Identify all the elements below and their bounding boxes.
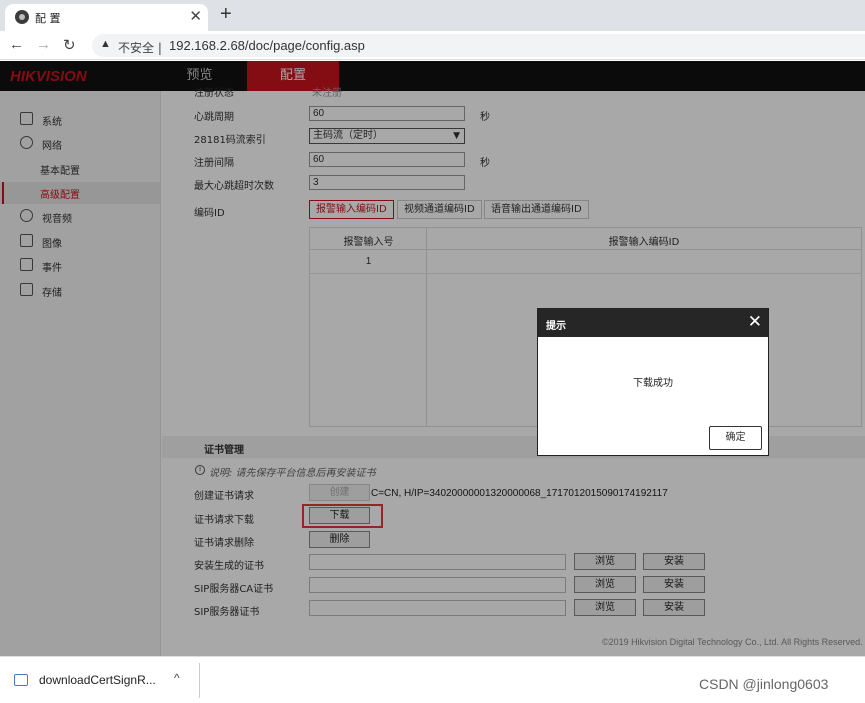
new-tab-icon[interactable]: + [220, 3, 232, 26]
camera-favicon-icon [15, 10, 29, 24]
tab-title: 配 置 [35, 12, 61, 25]
security-status: 不安全 | [118, 41, 162, 55]
prompt-dialog: 提示 ✕ 下载成功 确定 [537, 308, 769, 456]
file-icon [14, 674, 28, 686]
download-item[interactable]: downloadCertSignR... [39, 673, 156, 687]
divider [199, 663, 200, 698]
dialog-title: 提示 [546, 321, 566, 332]
browser-tab-bar: 配 置 ✕ + [0, 0, 865, 31]
ok-button[interactable]: 确定 [709, 426, 762, 450]
dialog-message: 下载成功 [633, 378, 673, 389]
address-bar: ← → ↻ ▲ 不安全 | 192.168.2.68/doc/page/conf… [0, 31, 865, 60]
chevron-up-icon[interactable]: ^ [174, 671, 180, 685]
url-field[interactable]: ▲ 不安全 | 192.168.2.68/doc/page/config.asp [92, 34, 865, 57]
forward-arrow-icon[interactable]: → [36, 36, 51, 53]
back-arrow-icon[interactable]: ← [9, 36, 24, 53]
url-text: 192.168.2.68/doc/page/config.asp [169, 38, 365, 53]
close-tab-icon[interactable]: ✕ [189, 7, 202, 25]
download-bar: downloadCertSignR... ^ CSDN @jinlong0603 [0, 656, 865, 703]
csdn-watermark: CSDN @jinlong0603 [699, 676, 829, 692]
warning-triangle-icon: ▲ [100, 38, 111, 50]
close-icon[interactable]: ✕ [748, 312, 762, 332]
browser-tab[interactable]: 配 置 ✕ [5, 4, 208, 31]
dialog-header: 提示 ✕ [538, 309, 768, 337]
reload-icon[interactable]: ↻ [63, 36, 76, 54]
